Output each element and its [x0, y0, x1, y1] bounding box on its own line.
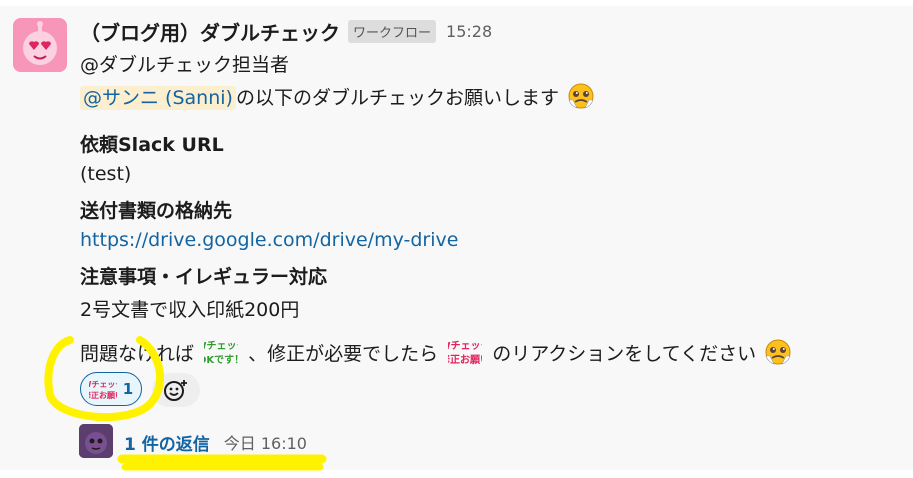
- label-storage: 送付書類の格納先: [80, 200, 233, 222]
- bottom-strip: [0, 470, 913, 478]
- robot-face-icon: [13, 18, 67, 72]
- value-notes: 2号文書で収入印紙200円: [80, 299, 300, 321]
- closing-text-2: 、修正が必要でしたら: [248, 343, 439, 365]
- reaction-pill-fix-request[interactable]: Wチェック 修正お願い 1: [80, 372, 142, 406]
- pleading-face-icon: [762, 338, 794, 371]
- monster-avatar-icon: [79, 424, 113, 458]
- group-mention[interactable]: @ダブルチェック担当者: [80, 54, 289, 76]
- wcheck-fix-reaction-icon: Wチェック 修正お願い: [89, 379, 117, 400]
- closing-text-3: のリアクションをしてください: [492, 343, 757, 365]
- bot-avatar[interactable]: [13, 18, 67, 72]
- ok-emoji-line1: Wチェック: [204, 340, 238, 352]
- message-timestamp[interactable]: 15:28: [446, 22, 492, 41]
- label-slack-url: 依頼Slack URL: [80, 134, 224, 156]
- value-slack-url: (test): [80, 163, 132, 185]
- closing-text-1: 問題なければ: [80, 343, 195, 365]
- app-badge: ワークフロー: [348, 19, 437, 43]
- add-emoji-icon: [164, 380, 187, 401]
- wcheck-fix-emoji-icon: Wチェック 修正お願い: [439, 336, 491, 373]
- thread-summary: 1 件の返信 今日 16:10: [124, 429, 307, 455]
- reply-time: 今日 16:10: [223, 434, 307, 453]
- label-notes: 注意事項・イレギュラー対応: [80, 266, 328, 288]
- message-header: （ブログ用）ダブルチェック ワークフロー 15:28: [80, 16, 492, 46]
- reaction-count: 1: [122, 380, 134, 398]
- top-strip: [0, 0, 913, 6]
- storage-link[interactable]: https://drive.google.com/drive/my-drive: [80, 229, 458, 251]
- user-mention[interactable]: @サンニ (Sanni): [80, 86, 236, 110]
- sender-name[interactable]: （ブログ用）ダブルチェック: [80, 17, 340, 46]
- request-line: @サンニ (Sanni) の以下のダブルチェックお願いします: [80, 82, 597, 115]
- pleading-face-icon: [565, 82, 597, 115]
- reaction-emoji-line2: 修正お願い: [89, 390, 117, 400]
- reply-count-link[interactable]: 1 件の返信: [124, 430, 210, 455]
- wcheck-ok-emoji-icon: Wチェック OKです！: [196, 336, 247, 373]
- reaction-emoji-line1: Wチェック: [89, 379, 117, 389]
- request-text: の以下のダブルチェックお願いします: [235, 87, 559, 109]
- mention-group-line: @ダブルチェック担当者: [80, 50, 289, 77]
- fix-emoji-line1: Wチェック: [448, 340, 482, 352]
- add-reaction-button[interactable]: [152, 373, 200, 407]
- ok-emoji-line2: OKです！: [204, 354, 238, 366]
- fix-emoji-line2: 修正お願い: [448, 353, 482, 366]
- reply-user-avatar[interactable]: [79, 424, 113, 458]
- closing-line: 問題なければ Wチェック OKです！ 、修正が必要でしたら Wチェック 修正お願…: [80, 336, 794, 373]
